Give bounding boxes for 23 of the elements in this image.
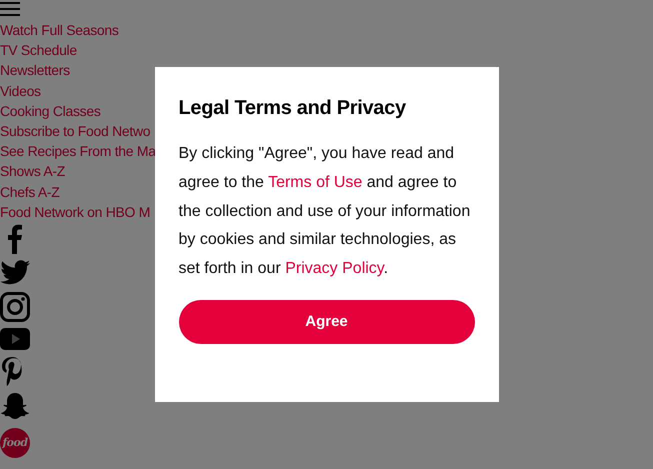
facebook-icon[interactable] (7, 224, 23, 254)
play-icon[interactable] (0, 328, 30, 350)
dialog-text: By clicking "Agree", you have read and agree to the Terms of Use and agree to the collection and use of your information by cookies and similar technologies, as set forth in our Privacy Policy. (178, 144, 472, 280)
camera-icon[interactable] (0, 292, 30, 322)
terms-link[interactable]: Privacy Policy (285, 260, 384, 278)
dialog-title: Legal Terms and Privacy (178, 97, 407, 120)
terms-link[interactable]: Terms of Use (268, 174, 362, 191)
nav-link[interactable]: See Recipes From the Ma (0, 141, 156, 162)
nav-link[interactable]: Shows A-Z (0, 161, 65, 182)
nav-link[interactable]: TV Schedule (0, 40, 77, 60)
menu-icon[interactable] (0, 0, 20, 18)
logo[interactable]: food (0, 428, 30, 458)
nav-link[interactable]: Food Network on HBO M (0, 202, 150, 222)
bird-icon[interactable] (0, 260, 30, 286)
pin-icon[interactable] (0, 356, 24, 386)
nav-link[interactable]: Videos (0, 80, 41, 101)
nav-link[interactable]: Chefs A-Z (0, 182, 60, 202)
agree-button[interactable]: Agree (178, 300, 474, 344)
ghost-icon[interactable] (0, 392, 30, 420)
nav-link[interactable]: Watch Full Seasons (0, 20, 119, 40)
nav-link[interactable]: Subscribe to Food Netwo (0, 121, 150, 142)
nav-link[interactable]: Cooking Classes (0, 100, 101, 122)
nav-link[interactable]: Newsletters (0, 60, 70, 81)
